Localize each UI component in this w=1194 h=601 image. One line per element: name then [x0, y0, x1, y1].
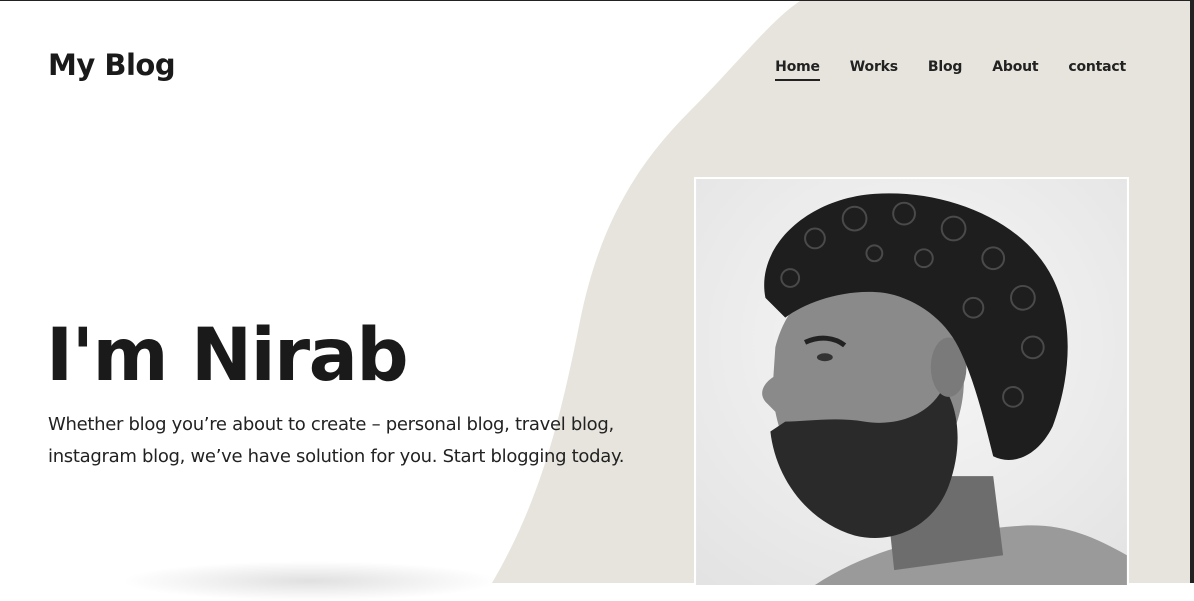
portrait-image — [696, 179, 1127, 585]
window-edge — [1190, 1, 1194, 583]
main-nav: Home Works Blog About contact — [745, 59, 1126, 81]
profile-photo — [694, 177, 1129, 587]
bottom-shadow — [120, 561, 500, 601]
nav-item-blog[interactable]: Blog — [928, 59, 963, 81]
nav-item-about[interactable]: About — [992, 59, 1038, 81]
hero-title: I'm Nirab — [46, 313, 409, 398]
nav-item-home[interactable]: Home — [775, 59, 820, 81]
nav-item-works[interactable]: Works — [850, 59, 898, 81]
nav-item-contact[interactable]: contact — [1068, 59, 1126, 81]
site-logo[interactable]: My Blog — [48, 48, 176, 82]
hero-description: Whether blog you’re about to create – pe… — [48, 414, 625, 467]
